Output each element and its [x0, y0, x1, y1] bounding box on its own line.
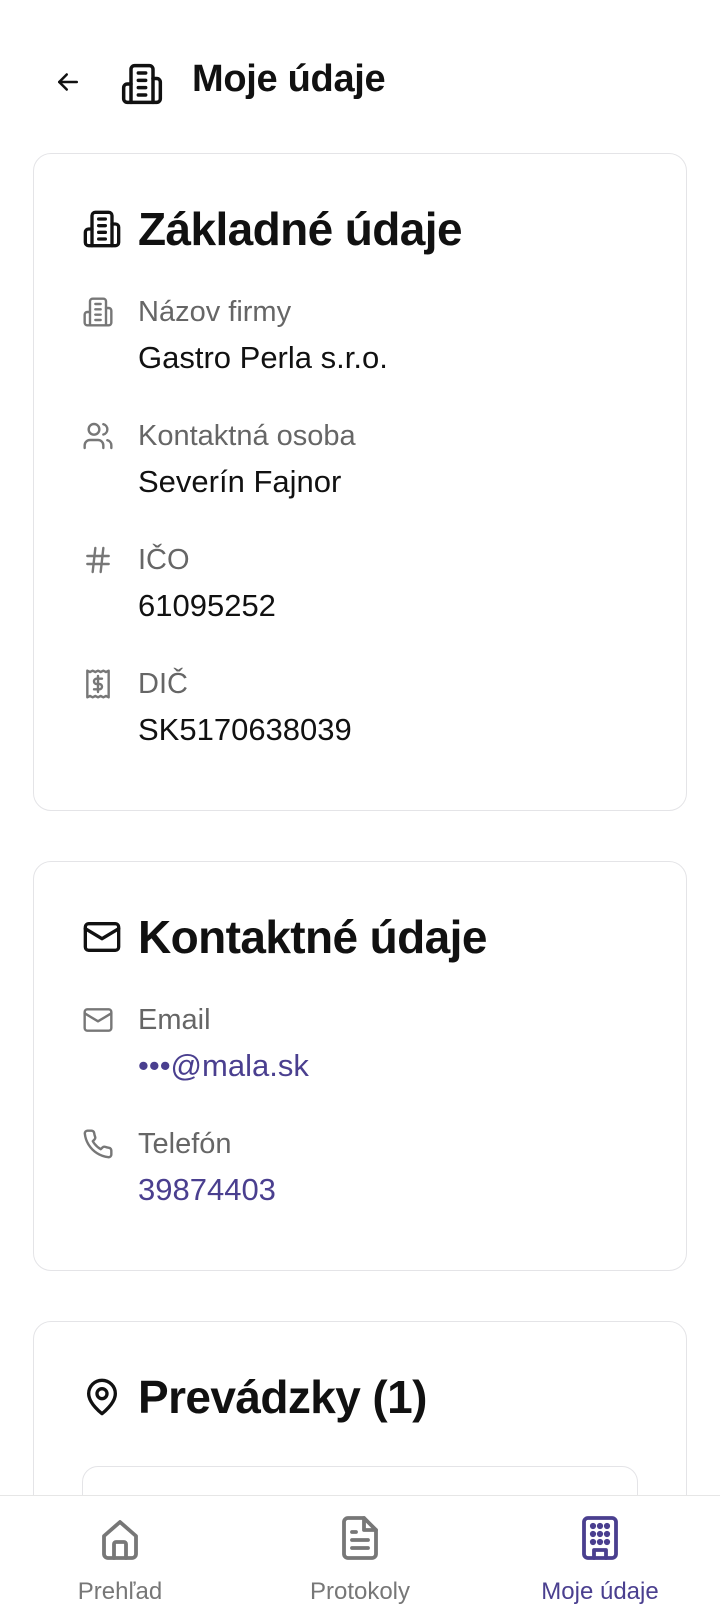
email-link[interactable]: •••@mala.sk — [138, 1046, 309, 1086]
field-label: Kontaktná osoba — [138, 420, 356, 452]
receipt-icon — [86, 669, 110, 699]
field-label: Telefón — [138, 1128, 232, 1160]
building-icon — [582, 1516, 618, 1560]
phone-link[interactable]: 39874403 — [138, 1170, 276, 1210]
card-title: Prevádzky (1) — [138, 1371, 427, 1423]
basic-info-heading: Základné údaje — [82, 203, 463, 255]
tab-label: Protokoly — [309, 1578, 411, 1605]
field-label: Email — [138, 1004, 211, 1036]
company-name-field: Názov firmy Gastro Perla s.r.o. — [82, 294, 642, 394]
dic-field: DIČ SK5170638039 — [82, 666, 642, 766]
building-icon — [83, 210, 121, 248]
premises-heading: Prevádzky (1) — [82, 1374, 427, 1420]
field-label: Názov firmy — [138, 296, 292, 328]
contact-person-field: Kontaktná osoba Severín Fajnor — [82, 418, 642, 518]
contact-info-card: Kontaktné údaje Email •••@mala.sk Telefó… — [33, 861, 687, 1271]
building-icon — [83, 297, 113, 327]
field-value: SK5170638039 — [138, 712, 352, 747]
tab-label: Prehľad — [77, 1578, 163, 1605]
tab-overview[interactable]: Prehľad — [20, 1496, 220, 1624]
app-header: Moje údaje — [0, 0, 720, 150]
field-label: IČO — [138, 544, 190, 576]
bottom-tab-bar: Prehľad Protokoly Moje údaje — [0, 1495, 720, 1624]
back-button[interactable] — [48, 62, 88, 102]
hash-icon — [86, 546, 110, 574]
phone-field: Telefón 39874403 — [82, 1126, 642, 1226]
mail-icon — [83, 922, 121, 952]
email-field: Email •••@mala.sk — [82, 1002, 642, 1102]
map-pin-icon — [87, 1378, 118, 1416]
ico-field: IČO 61095252 — [82, 542, 642, 642]
field-value: Severín Fajnor — [138, 464, 342, 499]
contact-info-heading: Kontaktné údaje — [82, 914, 487, 960]
field-label: DIČ — [138, 668, 188, 700]
home-icon — [102, 1520, 138, 1560]
card-title: Kontaktné údaje — [138, 911, 487, 963]
arrow-left-icon — [58, 73, 78, 91]
document-icon — [342, 1516, 378, 1560]
tab-label: Moje údaje — [541, 1578, 659, 1605]
field-value: 61095252 — [138, 588, 276, 623]
card-title: Základné údaje — [138, 203, 463, 255]
phone-icon — [83, 1129, 113, 1159]
field-value: Gastro Perla s.r.o. — [138, 340, 388, 375]
users-icon — [83, 422, 113, 450]
tab-protocols[interactable]: Protokoly — [260, 1496, 460, 1624]
tab-my-details[interactable]: Moje údaje — [500, 1496, 700, 1624]
page-title: Moje údaje — [192, 58, 386, 100]
mail-icon — [83, 1008, 113, 1032]
basic-info-card: Základné údaje Názov firmy Gastro Perla … — [33, 153, 687, 811]
building-icon — [121, 63, 163, 105]
